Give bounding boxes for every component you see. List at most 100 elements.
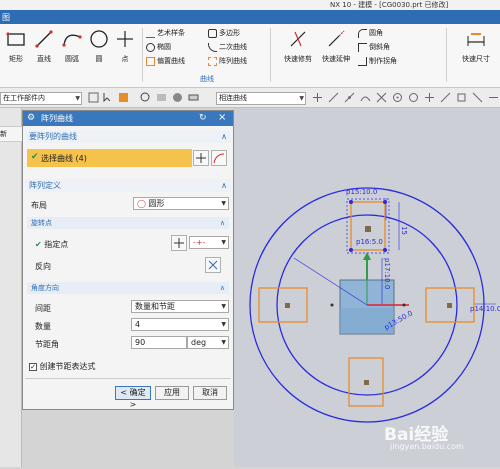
line-button[interactable]: 直线 bbox=[30, 28, 58, 64]
fillet-item[interactable]: 圆角 bbox=[358, 28, 383, 38]
spacing-label: 间距 bbox=[35, 304, 51, 313]
dimension-label[interactable]: p14:10.0 bbox=[470, 305, 500, 313]
resource-tab[interactable]: 新 bbox=[0, 126, 22, 142]
spacing-select[interactable]: 数量和节距 ▼ bbox=[131, 300, 229, 313]
divider bbox=[25, 378, 231, 379]
rectangle-button[interactable]: 矩形 bbox=[2, 28, 30, 64]
chevron-down-icon: ▼ bbox=[221, 200, 226, 207]
intersection-icon[interactable] bbox=[376, 92, 387, 103]
quick-trim-button[interactable]: 快速修剪 bbox=[280, 28, 316, 64]
vertex-handle[interactable] bbox=[349, 248, 353, 252]
pattern-curve-item[interactable]: 阵列曲线 bbox=[208, 56, 247, 66]
point-button[interactable]: 点 bbox=[112, 28, 138, 64]
rotation-point-header[interactable]: 旋转点 ∧ bbox=[27, 217, 229, 229]
chevron-down-icon: ▼ bbox=[221, 321, 226, 328]
gear-icon[interactable]: ⚙ bbox=[27, 113, 35, 123]
conic-icon bbox=[208, 42, 217, 52]
chevron-down-icon: ▼ bbox=[75, 95, 80, 102]
dimension-label[interactable]: p17:10.0 bbox=[383, 258, 391, 289]
sketch-canvas[interactable]: p15:10.0 p16:5.0 15 p17:10.0 p13:50.0 p1… bbox=[234, 108, 500, 467]
angle-direction-title: 角度方向 bbox=[31, 284, 59, 292]
graphics-window[interactable]: p15:10.0 p16:5.0 15 p17:10.0 p13:50.0 p1… bbox=[234, 108, 500, 467]
quick-extend-button[interactable]: 快速延伸 bbox=[318, 28, 354, 64]
sketch-point[interactable] bbox=[402, 303, 406, 307]
quadrant-icon[interactable] bbox=[408, 92, 419, 103]
chevron-down-icon: ▼ bbox=[299, 95, 304, 102]
select-icon[interactable] bbox=[102, 92, 113, 103]
more-icon[interactable] bbox=[488, 92, 499, 103]
close-icon[interactable]: × bbox=[218, 112, 226, 123]
make-corner-icon bbox=[358, 56, 367, 66]
layout-select[interactable]: ◯ 圆形 ▼ bbox=[133, 197, 229, 210]
create-expression-row[interactable]: ✓ 创建节距表达式 bbox=[29, 361, 96, 372]
studio-spline-item[interactable]: 艺术样条 bbox=[146, 28, 185, 38]
cancel-button[interactable]: 取消 bbox=[193, 386, 227, 400]
lasso-icon[interactable] bbox=[140, 92, 151, 103]
pattern-definition-header[interactable]: 阵列定义 ∧ bbox=[25, 179, 231, 192]
chevron-down-icon: ▼ bbox=[221, 303, 226, 310]
arc-button[interactable]: 圆弧 bbox=[58, 28, 86, 64]
conic-item[interactable]: 二次曲线 bbox=[208, 42, 247, 52]
menu-label[interactable]: 图 bbox=[2, 12, 10, 23]
ribbon-separator bbox=[270, 28, 271, 82]
snap-point-icon[interactable] bbox=[312, 92, 323, 103]
offset-curve-icon bbox=[146, 56, 155, 66]
curve-rule-combo[interactable]: 相连曲线 ▼ bbox=[216, 92, 306, 105]
vertex-handle[interactable] bbox=[383, 200, 387, 204]
pitch-angle-input[interactable]: 90 bbox=[131, 336, 187, 349]
vertex-handle[interactable] bbox=[349, 200, 353, 204]
ok-button[interactable]: < 确定 > bbox=[115, 386, 151, 409]
control-point-icon[interactable] bbox=[360, 92, 371, 103]
point-cross-icon bbox=[196, 153, 206, 163]
point-type-select[interactable]: -+- ▼ bbox=[189, 236, 229, 249]
dimension-label[interactable]: p15:10.0 bbox=[346, 188, 377, 196]
reverse-direction-button[interactable] bbox=[205, 257, 221, 273]
rapid-dimension-button[interactable]: 快速尺寸 bbox=[454, 28, 498, 64]
chamfer-icon bbox=[358, 42, 367, 52]
ellipse-item[interactable]: 椭圆 bbox=[146, 42, 171, 52]
offset-curve-item[interactable]: 偏置曲线 bbox=[146, 56, 185, 66]
apply-button[interactable]: 应用 bbox=[155, 386, 189, 400]
pitch-unit-select[interactable]: deg ▼ bbox=[187, 336, 229, 349]
chamfer-item[interactable]: 倒斜角 bbox=[358, 42, 390, 52]
polygon-item[interactable]: 多边形 bbox=[208, 28, 240, 38]
circle-button[interactable]: 圆 bbox=[86, 28, 112, 64]
left-rectangle[interactable] bbox=[258, 287, 308, 323]
curve-rule-button[interactable] bbox=[193, 150, 209, 166]
filter-icon[interactable] bbox=[118, 92, 129, 103]
dimension-label[interactable]: 15 bbox=[400, 226, 408, 235]
resource-bar: 新 bbox=[0, 108, 22, 467]
sketch-point[interactable] bbox=[330, 303, 334, 307]
create-expression-checkbox[interactable]: ✓ bbox=[29, 363, 37, 371]
select-curve-label: 选择曲线 (4) bbox=[41, 154, 87, 163]
existing-point-icon[interactable] bbox=[424, 92, 435, 103]
point-on-curve-icon[interactable] bbox=[440, 92, 451, 103]
reset-icon[interactable]: ↻ bbox=[199, 113, 207, 123]
arc-center-icon[interactable] bbox=[392, 92, 403, 103]
window-title: NX 10 - 建模 - [CG0030.prt 已修改] bbox=[330, 1, 449, 9]
polygon-icon bbox=[208, 28, 217, 38]
snap-icon[interactable] bbox=[88, 92, 99, 103]
count-input[interactable]: 4 ▼ bbox=[131, 318, 229, 331]
line-icon bbox=[35, 30, 53, 48]
sphere-icon[interactable] bbox=[172, 92, 183, 103]
bounded-grid-icon[interactable] bbox=[472, 92, 483, 103]
selection-scope-combo[interactable]: 在工作部件内 ▼ bbox=[0, 92, 82, 105]
endpoint-icon[interactable] bbox=[328, 92, 339, 103]
chevron-up-icon: ∧ bbox=[221, 132, 227, 141]
count-label: 数量 bbox=[35, 322, 51, 331]
make-corner-item[interactable]: 制作拐角 bbox=[358, 56, 397, 66]
vertex-handle[interactable] bbox=[383, 248, 387, 252]
layer-icon[interactable] bbox=[188, 92, 199, 103]
pattern-curve-dialog: ⚙ 阵列曲线 ↻ × 要阵列的曲线 ∧ ✔ 选择曲线 (4) 阵列定义 ∧ 布局… bbox=[22, 110, 234, 410]
pitch-angle-value: 90 bbox=[135, 338, 146, 347]
midpoint-icon[interactable] bbox=[344, 92, 355, 103]
dimension-label[interactable]: p16:5.0 bbox=[356, 238, 383, 246]
angle-direction-header[interactable]: 角度方向 ∧ bbox=[27, 282, 229, 294]
view-icon[interactable] bbox=[156, 92, 167, 103]
select-curve-row[interactable]: ✔ 选择曲线 (4) bbox=[27, 149, 192, 167]
point-on-face-icon[interactable] bbox=[456, 92, 467, 103]
select-curve-button[interactable] bbox=[211, 150, 227, 166]
curves-section-header[interactable]: 要阵列的曲线 ∧ bbox=[25, 130, 231, 143]
point-dialog-button[interactable] bbox=[171, 235, 187, 251]
